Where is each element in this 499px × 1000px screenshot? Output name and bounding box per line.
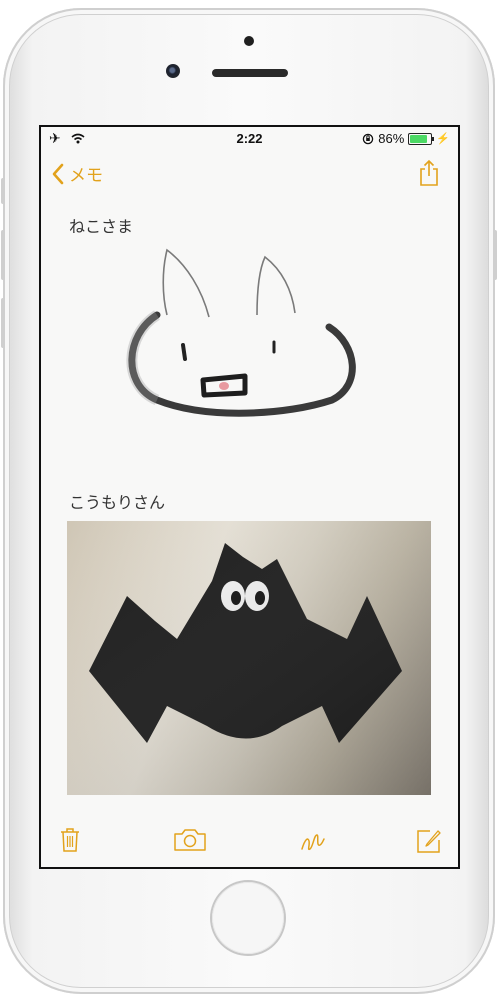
bat-photo[interactable] — [67, 521, 431, 795]
status-bar: ✈ 2:22 86% ⚡ — [41, 127, 458, 149]
front-camera — [166, 64, 180, 78]
proximity-sensor — [244, 36, 254, 46]
camera-icon[interactable] — [173, 827, 207, 853]
mute-switch — [1, 178, 5, 204]
sketch-icon[interactable] — [299, 827, 327, 855]
home-button[interactable] — [212, 882, 284, 954]
bat-craft-image — [67, 521, 431, 795]
status-right: 86% ⚡ — [362, 131, 450, 146]
note-text-1[interactable]: ねこさま — [69, 213, 133, 237]
battery-icon — [408, 132, 435, 145]
note-text-2[interactable]: こうもりさん — [69, 489, 165, 513]
share-icon[interactable] — [418, 159, 440, 187]
battery-percent: 86% — [378, 131, 405, 146]
earpiece-speaker — [212, 69, 288, 77]
nav-bar: メモ — [41, 155, 458, 191]
volume-down-button — [1, 298, 5, 348]
charging-icon: ⚡ — [436, 133, 450, 145]
power-button — [493, 230, 497, 280]
screen: ✈ 2:22 86% ⚡ メモ ねこさま こうもりさん — [39, 125, 460, 869]
back-label: メモ — [69, 166, 103, 186]
bottom-toolbar — [41, 817, 458, 867]
compose-icon[interactable] — [415, 827, 443, 855]
back-button[interactable]: メモ — [51, 161, 103, 186]
volume-up-button — [1, 230, 5, 280]
chevron-left-icon — [52, 163, 64, 184]
cat-sketch[interactable] — [117, 235, 377, 445]
rotation-lock-icon — [363, 133, 374, 144]
trash-icon[interactable] — [59, 827, 81, 853]
